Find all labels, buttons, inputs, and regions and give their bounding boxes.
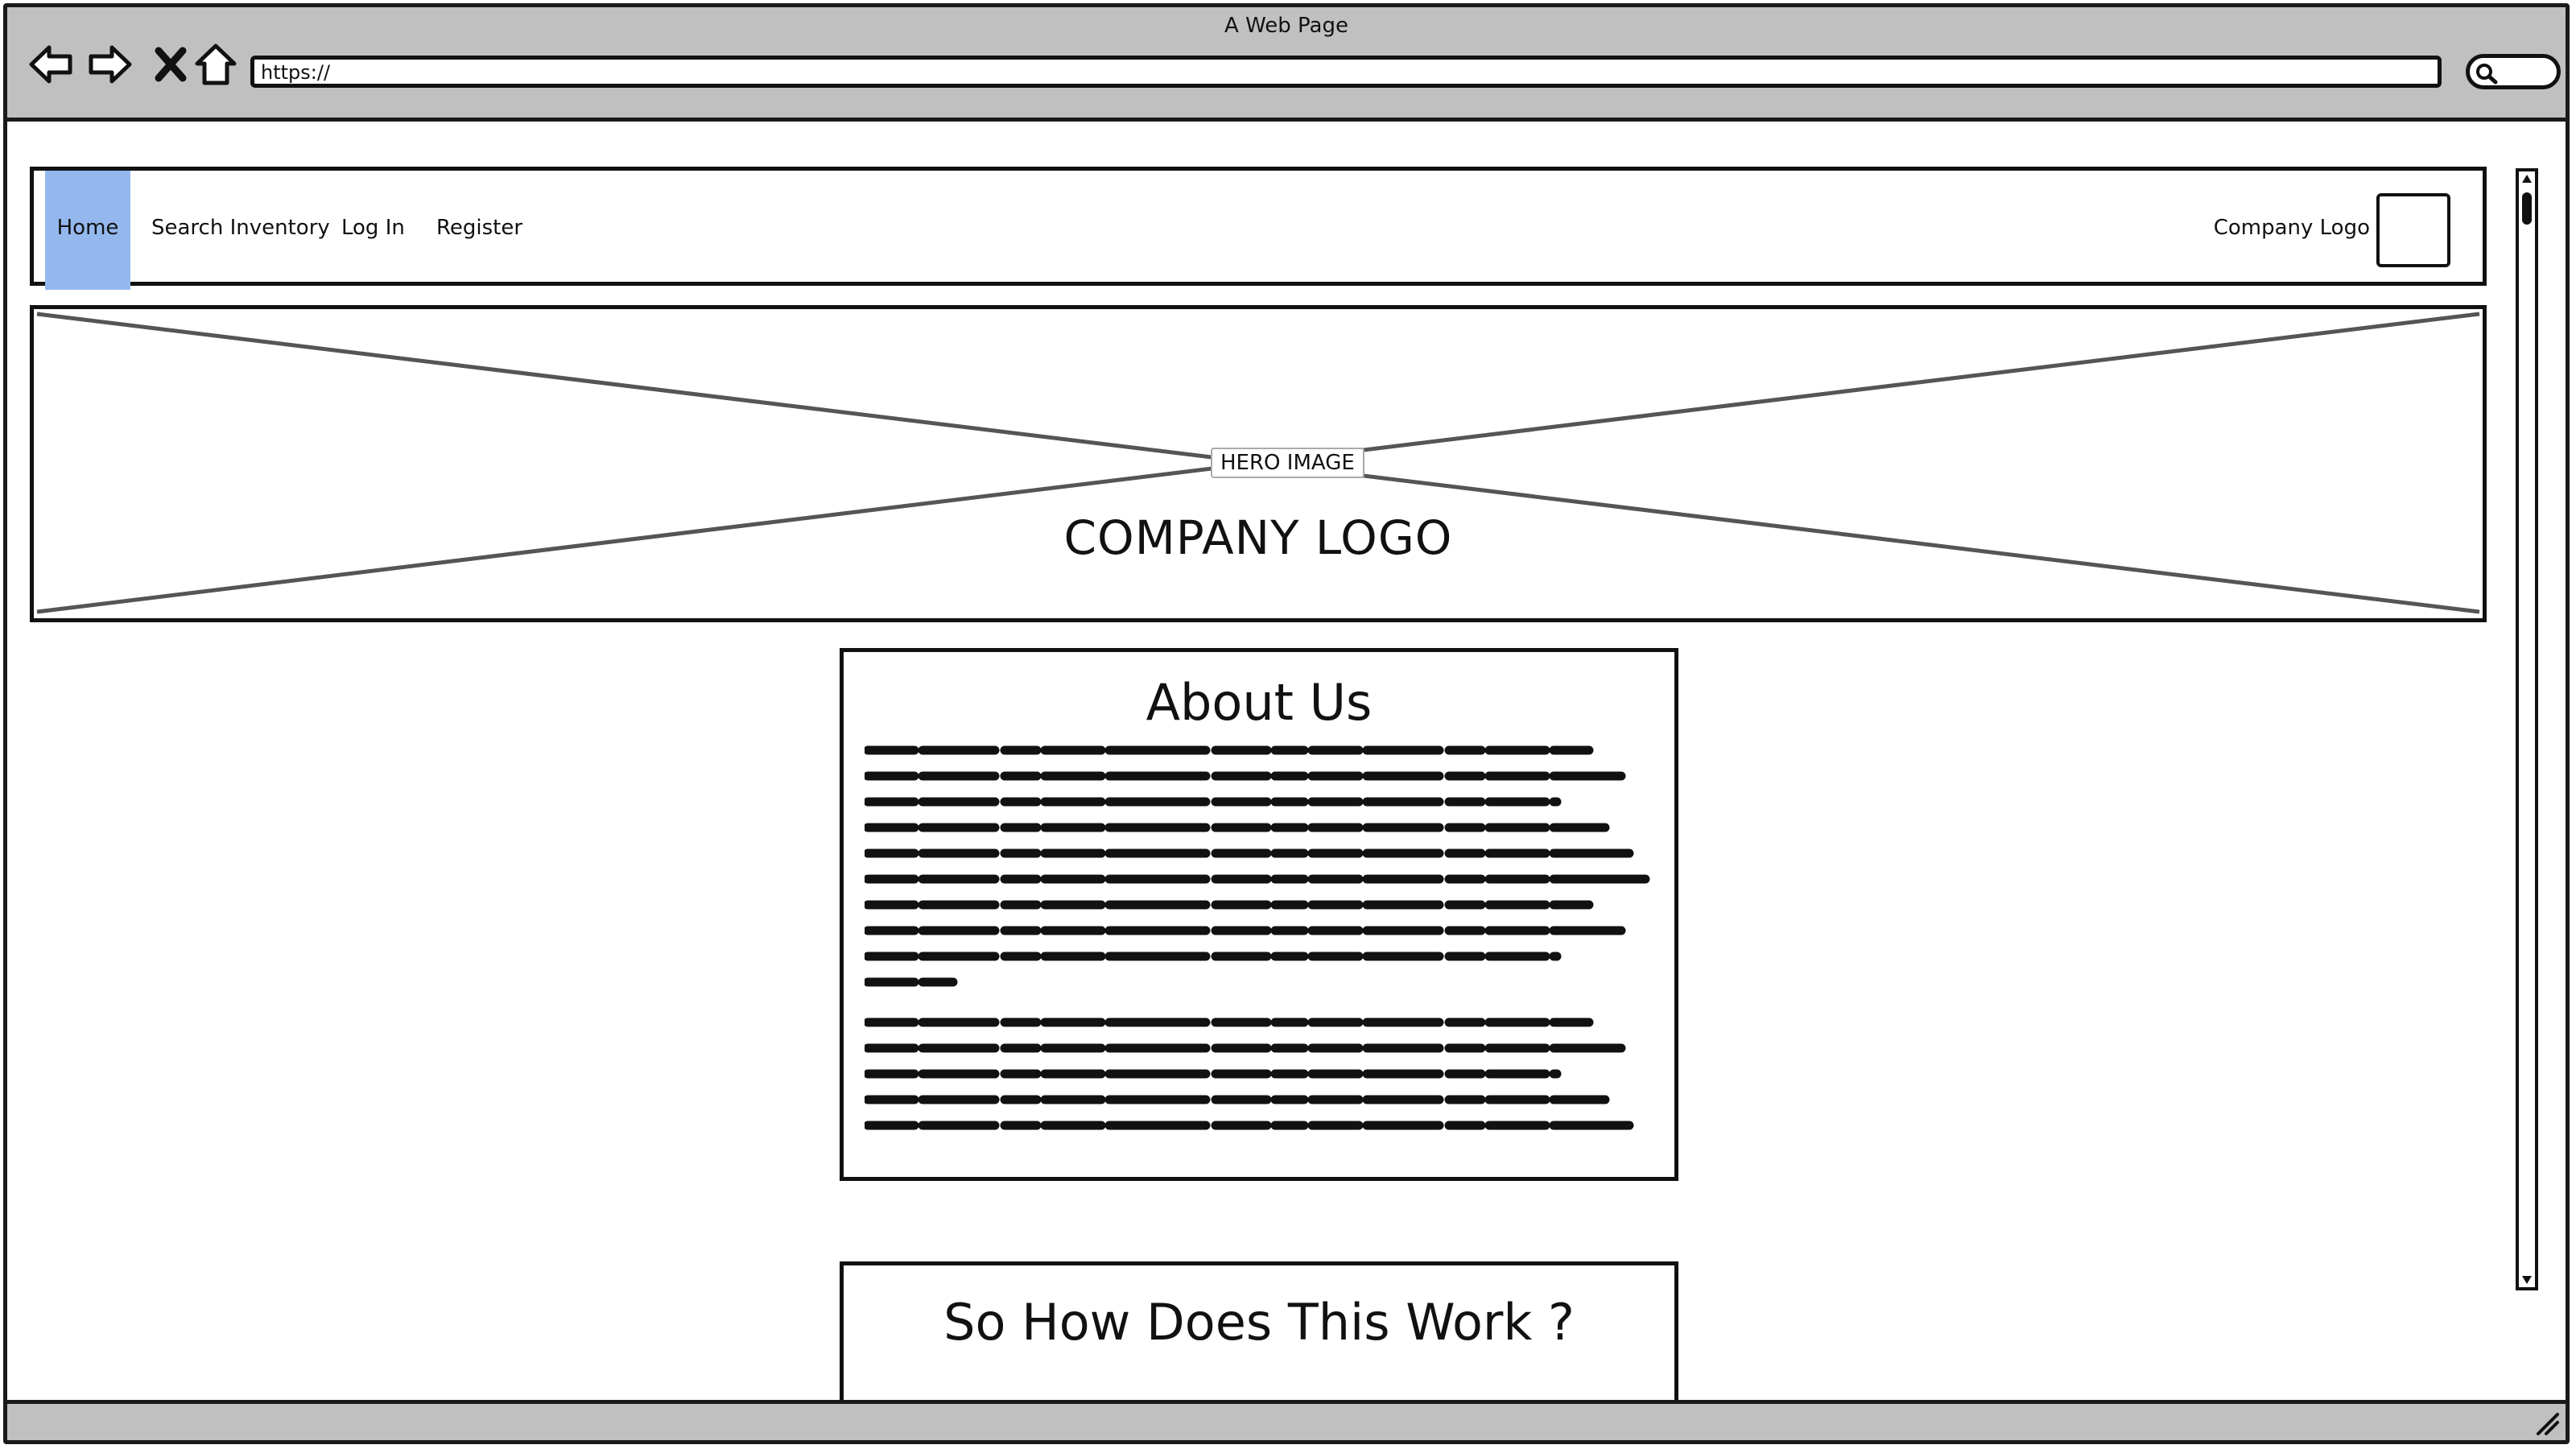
about-paragraph-1 <box>865 745 1650 987</box>
status-bar <box>7 1400 2566 1440</box>
scrollbar-thumb[interactable] <box>2522 192 2532 225</box>
back-arrow-icon[interactable] <box>27 39 76 89</box>
scroll-up-arrow-icon[interactable] <box>2520 173 2533 184</box>
hero-image-label: HERO IMAGE <box>1211 448 1364 478</box>
home-icon[interactable] <box>191 39 241 89</box>
nav-home[interactable]: Home <box>45 171 130 290</box>
nav-search-inventory[interactable]: Search Inventory <box>151 171 330 290</box>
company-logo-label: Company Logo <box>2213 216 2370 240</box>
browser-window: A Web Page https:// Home Search Inventor… <box>3 3 2570 1444</box>
how-it-works-title: So How Does This Work ? <box>943 1293 1575 1352</box>
how-it-works-card: So How Does This Work ? <box>840 1261 1678 1422</box>
browser-chrome: A Web Page https:// <box>7 7 2566 122</box>
vertical-scrollbar[interactable] <box>2516 168 2538 1290</box>
resize-grip-icon[interactable] <box>2533 1410 2561 1437</box>
magnifier-icon <box>2476 64 2498 85</box>
nav-log-in[interactable]: Log In <box>341 171 405 290</box>
url-input[interactable]: https:// <box>250 56 2442 88</box>
browser-search-field[interactable] <box>2466 54 2561 89</box>
site-navigation: Home Search Inventory Log In Register Co… <box>30 167 2487 290</box>
nav-register[interactable]: Register <box>436 171 522 290</box>
about-us-card: About Us <box>840 648 1678 1181</box>
scroll-down-arrow-icon[interactable] <box>2520 1274 2533 1286</box>
company-logo-placeholder[interactable] <box>2376 193 2450 267</box>
hero-company-logo-text: COMPANY LOGO <box>1063 510 1453 565</box>
window-title: A Web Page <box>1224 14 1348 38</box>
stop-x-icon[interactable] <box>146 39 196 89</box>
forward-arrow-icon[interactable] <box>85 39 134 89</box>
about-us-title: About Us <box>1146 673 1373 732</box>
hero-image-placeholder: HERO IMAGE COMPANY LOGO <box>30 305 2487 622</box>
about-paragraph-2 <box>865 1018 1634 1130</box>
